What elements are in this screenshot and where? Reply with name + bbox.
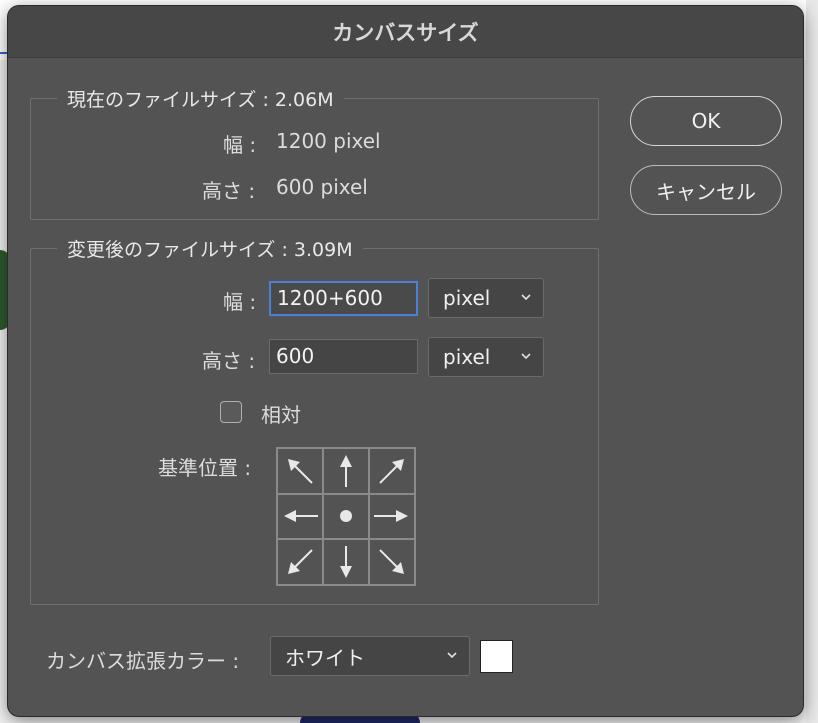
relative-label: 相対	[261, 403, 301, 427]
current-width-label: 幅 :	[223, 133, 257, 157]
anchor-right[interactable]	[369, 493, 415, 540]
arrow-right-icon	[374, 510, 408, 523]
arrow-down-left-icon	[288, 549, 313, 575]
anchor-bottom-left[interactable]	[277, 539, 323, 585]
extension-color-select[interactable]: ホワイト	[270, 636, 470, 676]
anchor-top[interactable]	[323, 448, 369, 494]
width-unit-select[interactable]: pixel	[428, 278, 544, 318]
cancel-button[interactable]: キャンセル	[630, 165, 782, 215]
arrow-down-right-icon	[379, 549, 404, 575]
height-unit-value: pixel	[443, 345, 491, 369]
height-input[interactable]: 600	[269, 339, 418, 374]
width-input[interactable]: 1200+600	[269, 281, 418, 316]
anchor-grid	[276, 447, 416, 586]
anchor-label: 基準位置 :	[158, 456, 252, 480]
current-height-value: 600 pixel	[276, 175, 368, 199]
arrow-down-icon	[340, 546, 352, 579]
canvas-size-dialog: カンバスサイズ 現在のファイルサイズ : 2.06M 幅 : 1200 pixe…	[8, 6, 803, 716]
dialog-title: カンバスサイズ	[8, 6, 803, 58]
arrow-left-icon	[284, 510, 318, 523]
new-size-legend: 変更後のファイルサイズ : 3.09M	[57, 235, 363, 262]
arrow-up-icon	[340, 454, 352, 487]
chevron-down-icon	[521, 294, 531, 301]
new-height-label: 高さ :	[202, 349, 256, 373]
anchor-top-right[interactable]	[369, 448, 415, 494]
anchor-top-left[interactable]	[277, 448, 323, 494]
background-right-edge	[806, 0, 818, 723]
current-height-label: 高さ :	[202, 179, 256, 203]
current-size-group: 現在のファイルサイズ : 2.06M	[30, 85, 599, 220]
ok-button[interactable]: OK	[630, 96, 782, 146]
center-dot-icon	[340, 510, 352, 523]
chevron-down-icon	[521, 353, 531, 360]
arrow-up-left-icon	[288, 458, 313, 484]
extension-color-swatch[interactable]	[480, 640, 513, 673]
anchor-bottom[interactable]	[323, 539, 369, 585]
extension-color-value: ホワイト	[285, 645, 365, 670]
anchor-bottom-right[interactable]	[369, 539, 415, 585]
anchor-left[interactable]	[277, 493, 323, 540]
new-width-label: 幅 :	[223, 290, 257, 314]
extension-color-label: カンバス拡張カラー :	[46, 649, 240, 673]
height-unit-select[interactable]: pixel	[428, 337, 544, 377]
anchor-center[interactable]	[323, 493, 369, 540]
relative-checkbox[interactable]	[220, 401, 242, 423]
arrow-up-right-icon	[379, 458, 404, 484]
chevron-down-icon	[447, 652, 457, 659]
current-size-legend: 現在のファイルサイズ : 2.06M	[57, 85, 344, 112]
current-width-value: 1200 pixel	[276, 129, 381, 153]
width-unit-value: pixel	[443, 286, 491, 310]
